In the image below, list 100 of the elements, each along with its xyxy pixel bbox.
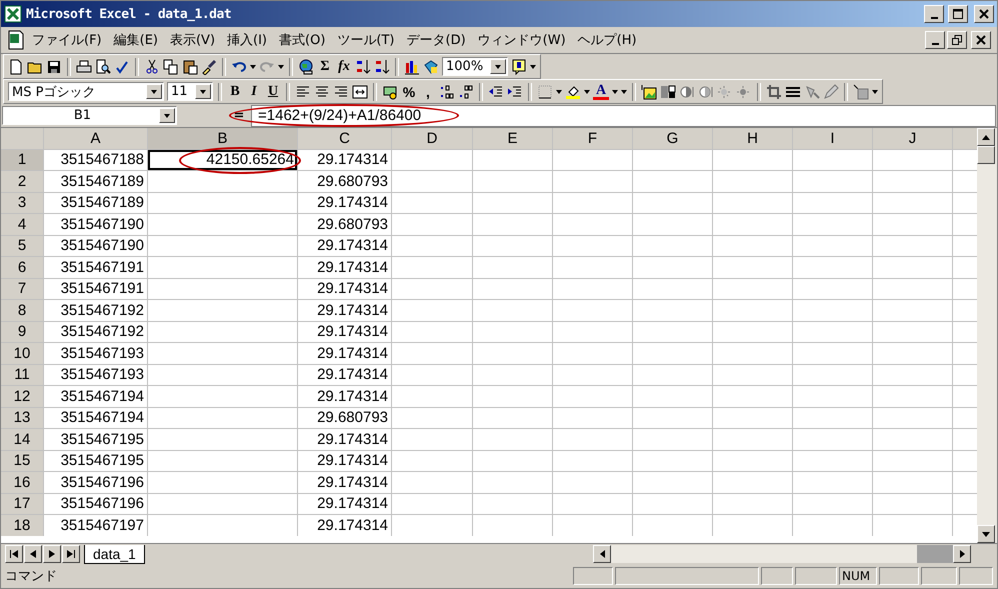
name-box[interactable]: B1 xyxy=(2,106,177,125)
font-combo[interactable]: MS Pゴシック xyxy=(8,82,164,101)
maximize-button[interactable] xyxy=(948,5,968,23)
dropdown-caret-icon[interactable] xyxy=(872,90,878,94)
vertical-scrollbar[interactable] xyxy=(977,128,997,543)
dropdown-caret-icon[interactable] xyxy=(530,64,536,68)
zoom-combo[interactable]: 100% xyxy=(442,57,508,76)
column-header[interactable]: A xyxy=(44,128,147,148)
previous-sheet-icon[interactable] xyxy=(30,550,36,558)
column-header[interactable]: G xyxy=(633,128,712,148)
enter-formula-button[interactable]: = xyxy=(231,108,247,123)
merge-cells-icon[interactable] xyxy=(352,84,368,100)
column-header[interactable]: I xyxy=(793,128,872,148)
printer-icon[interactable] xyxy=(76,58,92,74)
column-header[interactable]: H xyxy=(713,128,792,148)
insert-picture-icon[interactable] xyxy=(641,84,657,100)
dropdown-caret-icon[interactable] xyxy=(556,90,562,94)
row-header[interactable]: 9 xyxy=(1,322,43,342)
menu-item[interactable]: 表示(V) xyxy=(164,29,220,51)
column-header[interactable]: B xyxy=(148,128,297,148)
decrease-indent-icon[interactable] xyxy=(488,84,504,100)
bold-button[interactable]: B xyxy=(227,84,243,100)
last-sheet-icon[interactable] xyxy=(67,550,75,558)
paintbrush-icon[interactable] xyxy=(201,58,217,74)
document-icon[interactable] xyxy=(8,58,24,74)
percent-button[interactable]: % xyxy=(401,84,417,100)
dropdown-caret-icon[interactable] xyxy=(164,114,170,118)
column-header[interactable]: D xyxy=(392,128,472,148)
menu-item[interactable]: 書式(O) xyxy=(274,29,330,51)
less-contrast-icon[interactable] xyxy=(698,84,714,100)
row-header[interactable]: 3 xyxy=(1,192,43,213)
italic-button[interactable]: I xyxy=(246,84,262,100)
dropdown-caret-icon[interactable] xyxy=(495,64,501,68)
scroll-left-icon[interactable] xyxy=(600,550,604,558)
sort-ascending-icon[interactable] xyxy=(355,58,371,74)
dropdown-caret-icon[interactable] xyxy=(584,90,590,94)
row-header[interactable]: 14 xyxy=(1,429,43,450)
row-header[interactable]: 6 xyxy=(1,257,43,278)
column-header[interactable]: C xyxy=(298,128,391,148)
close-button[interactable] xyxy=(974,5,994,23)
menu-item[interactable]: ヘルプ(H) xyxy=(572,29,642,51)
scissors-icon[interactable] xyxy=(144,58,160,74)
dropdown-caret-icon[interactable] xyxy=(278,64,284,68)
help-icon[interactable] xyxy=(511,58,527,74)
crop-icon[interactable] xyxy=(766,84,782,100)
row-header[interactable]: 11 xyxy=(1,364,43,385)
restore-button[interactable] xyxy=(947,31,967,49)
dropdown-caret-icon[interactable] xyxy=(250,64,256,68)
formula-field[interactable]: =1462+(9/24)+A1/86400 xyxy=(251,104,996,126)
sheet-tab[interactable]: data_1 xyxy=(84,544,145,564)
menu-item[interactable]: 挿入(I) xyxy=(222,29,272,51)
sort-descending-icon[interactable] xyxy=(374,58,390,74)
function-button[interactable]: fx xyxy=(336,58,352,74)
font-size-combo[interactable]: 11 xyxy=(167,82,213,101)
column-header[interactable]: F xyxy=(553,128,632,148)
row-header[interactable]: 1 xyxy=(1,150,43,170)
dropdown-caret-icon[interactable] xyxy=(151,90,157,94)
align-left-icon[interactable] xyxy=(295,84,311,100)
copy-icon[interactable] xyxy=(163,58,179,74)
spellcheck-icon[interactable] xyxy=(114,58,130,74)
row-header[interactable]: 16 xyxy=(1,472,43,492)
minimize-button[interactable] xyxy=(925,31,945,49)
autosum-button[interactable]: Σ xyxy=(317,58,333,74)
row-header[interactable]: 13 xyxy=(1,408,43,428)
bar-chart-icon[interactable] xyxy=(404,58,420,74)
row-header[interactable]: 8 xyxy=(1,300,43,320)
column-header[interactable]: E xyxy=(473,128,552,148)
menu-item[interactable]: 編集(E) xyxy=(108,29,163,51)
row-header[interactable]: 15 xyxy=(1,450,43,471)
currency-icon[interactable] xyxy=(382,84,398,100)
globe-icon[interactable] xyxy=(298,58,314,74)
increase-decimal-icon[interactable] xyxy=(439,84,455,100)
row-header[interactable]: 12 xyxy=(1,386,43,406)
horizontal-scrollbar[interactable] xyxy=(593,545,971,563)
reset-picture-icon[interactable] xyxy=(853,84,869,100)
minimize-button[interactable] xyxy=(924,5,944,23)
scroll-down-icon[interactable] xyxy=(982,532,990,536)
align-right-icon[interactable] xyxy=(333,84,349,100)
map-icon[interactable] xyxy=(423,58,439,74)
fill-color-icon[interactable] xyxy=(565,84,581,100)
menu-item[interactable]: ウィンドウ(W) xyxy=(472,29,571,51)
menu-item[interactable]: データ(D) xyxy=(402,29,471,51)
row-header[interactable]: 7 xyxy=(1,278,43,299)
row-header[interactable]: 5 xyxy=(1,236,43,256)
row-header[interactable]: 4 xyxy=(1,214,43,234)
decrease-decimal-icon[interactable] xyxy=(458,84,474,100)
row-header[interactable]: 2 xyxy=(1,171,43,192)
workbook-icon[interactable] xyxy=(7,30,25,50)
close-button[interactable] xyxy=(971,31,991,49)
row-header[interactable]: 18 xyxy=(1,515,43,536)
font-color-button[interactable]: A xyxy=(593,84,609,100)
column-header[interactable]: J xyxy=(873,128,952,148)
scroll-thumb[interactable] xyxy=(977,146,995,164)
recolor-icon[interactable] xyxy=(804,84,820,100)
scroll-right-icon[interactable] xyxy=(960,550,964,558)
next-sheet-icon[interactable] xyxy=(49,550,55,558)
dropdown-caret-icon[interactable] xyxy=(200,90,206,94)
comma-button[interactable]: , xyxy=(420,84,436,100)
row-header[interactable]: 10 xyxy=(1,343,43,364)
more-contrast-icon[interactable] xyxy=(679,84,695,100)
